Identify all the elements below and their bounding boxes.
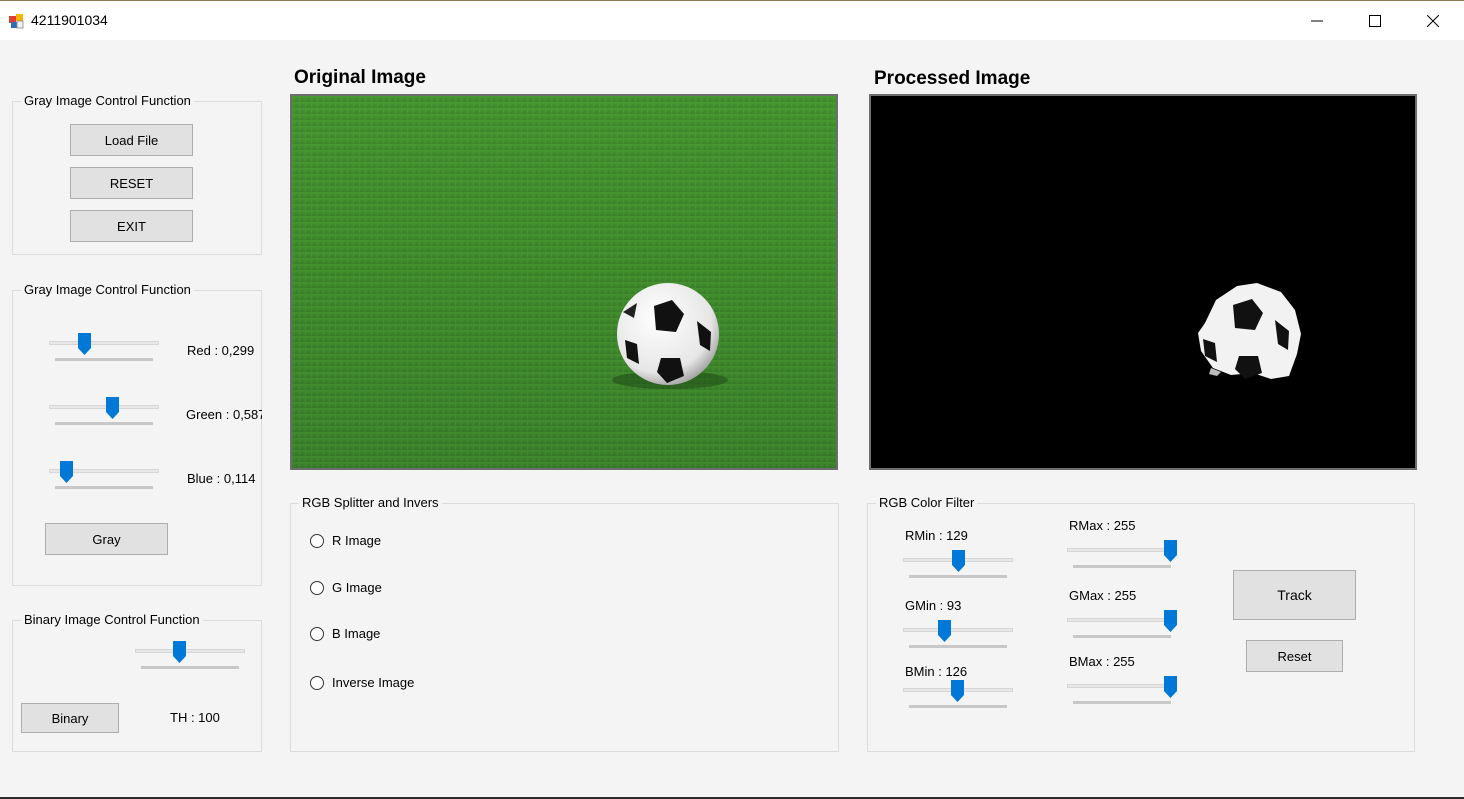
window-title: 4211901034 bbox=[31, 12, 108, 28]
slider-thumb[interactable] bbox=[952, 550, 965, 572]
rmin-slider[interactable] bbox=[903, 550, 1013, 580]
minimize-button[interactable] bbox=[1294, 7, 1340, 35]
gmin-slider[interactable] bbox=[903, 620, 1013, 650]
slider-thumb[interactable] bbox=[1164, 610, 1177, 632]
group-legend: Gray Image Control Function bbox=[21, 93, 194, 108]
gray-control-group: Gray Image Control Function Red : 0,299 … bbox=[12, 282, 262, 586]
title-bar: 4211901034 bbox=[0, 0, 1464, 40]
slider-thumb[interactable] bbox=[1164, 540, 1177, 562]
b-image-radio[interactable]: B Image bbox=[310, 626, 380, 641]
load-file-button[interactable]: Load File bbox=[70, 124, 193, 156]
bmin-label: BMin : 126 bbox=[905, 664, 968, 679]
slider-thumb[interactable] bbox=[938, 620, 951, 642]
rgb-color-filter-group: RGB Color Filter RMin : 129 GMin : 93 BM… bbox=[867, 495, 1415, 752]
exit-button[interactable]: EXIT bbox=[70, 210, 193, 242]
threshold-slider[interactable] bbox=[135, 641, 245, 671]
slider-thumb[interactable] bbox=[951, 680, 964, 702]
rgb-splitter-group: RGB Splitter and Invers R Image G Image … bbox=[290, 495, 839, 752]
slider-thumb[interactable] bbox=[106, 397, 119, 419]
slider-thumb[interactable] bbox=[1164, 676, 1177, 698]
filter-reset-button[interactable]: Reset bbox=[1246, 640, 1343, 672]
threshold-label: TH : 100 bbox=[170, 710, 220, 725]
processed-image-heading: Processed Image bbox=[874, 68, 1031, 89]
gray-button[interactable]: Gray bbox=[45, 523, 168, 555]
radio-circle[interactable] bbox=[310, 626, 324, 641]
group-legend: RGB Splitter and Invers bbox=[299, 495, 442, 510]
green-weight-slider[interactable] bbox=[49, 397, 159, 427]
blue-weight-label: Blue : 0,114 bbox=[187, 471, 256, 486]
app-icon bbox=[8, 13, 24, 29]
binary-button[interactable]: Binary bbox=[21, 703, 119, 733]
radio-label: B Image bbox=[332, 626, 381, 641]
processed-ball-mask-image bbox=[871, 96, 1415, 468]
reset-button[interactable]: RESET bbox=[70, 167, 193, 199]
minimize-icon bbox=[1311, 20, 1323, 22]
bmin-slider[interactable] bbox=[903, 680, 1013, 710]
radio-circle[interactable] bbox=[310, 533, 324, 548]
bmax-label: BMax : 255 bbox=[1069, 654, 1135, 669]
group-legend: RGB Color Filter bbox=[876, 495, 978, 510]
radio-label: R Image bbox=[332, 533, 382, 548]
original-image bbox=[290, 94, 838, 470]
slider-thumb[interactable] bbox=[173, 641, 186, 663]
r-image-radio[interactable]: R Image bbox=[310, 533, 381, 548]
gray-control-top-group: Gray Image Control Function Load File RE… bbox=[12, 93, 262, 255]
maximize-button[interactable] bbox=[1352, 7, 1398, 35]
radio-label: Inverse Image bbox=[332, 675, 415, 690]
rmax-label: RMax : 255 bbox=[1069, 518, 1136, 533]
group-legend: Gray Image Control Function bbox=[21, 282, 194, 297]
original-image-heading: Original Image bbox=[294, 67, 426, 88]
gmax-slider[interactable] bbox=[1067, 610, 1177, 640]
red-weight-slider[interactable] bbox=[49, 333, 159, 363]
radio-circle[interactable] bbox=[310, 675, 324, 690]
gmin-label: GMin : 93 bbox=[905, 598, 962, 613]
close-button[interactable] bbox=[1410, 7, 1456, 35]
gmax-label: GMax : 255 bbox=[1069, 588, 1137, 603]
maximize-icon bbox=[1369, 15, 1381, 27]
green-weight-label: Green : 0,587 bbox=[186, 407, 262, 422]
track-button[interactable]: Track bbox=[1233, 570, 1356, 620]
inverse-image-radio[interactable]: Inverse Image bbox=[310, 675, 414, 690]
radio-circle[interactable] bbox=[310, 580, 324, 595]
red-weight-label: Red : 0,299 bbox=[187, 343, 255, 358]
slider-thumb[interactable] bbox=[60, 461, 73, 483]
soccer-ball-on-grass-image bbox=[292, 96, 836, 468]
processed-image bbox=[869, 94, 1417, 470]
binary-control-group: Binary Image Control Function Binary TH … bbox=[12, 612, 262, 752]
group-legend: Binary Image Control Function bbox=[21, 612, 203, 627]
bmax-slider[interactable] bbox=[1067, 676, 1177, 706]
rmax-slider[interactable] bbox=[1067, 540, 1177, 570]
rmin-label: RMin : 129 bbox=[905, 528, 968, 543]
radio-label: G Image bbox=[332, 580, 382, 595]
g-image-radio[interactable]: G Image bbox=[310, 580, 382, 595]
close-icon bbox=[1427, 15, 1439, 27]
blue-weight-slider[interactable] bbox=[49, 461, 159, 491]
slider-thumb[interactable] bbox=[78, 333, 91, 355]
